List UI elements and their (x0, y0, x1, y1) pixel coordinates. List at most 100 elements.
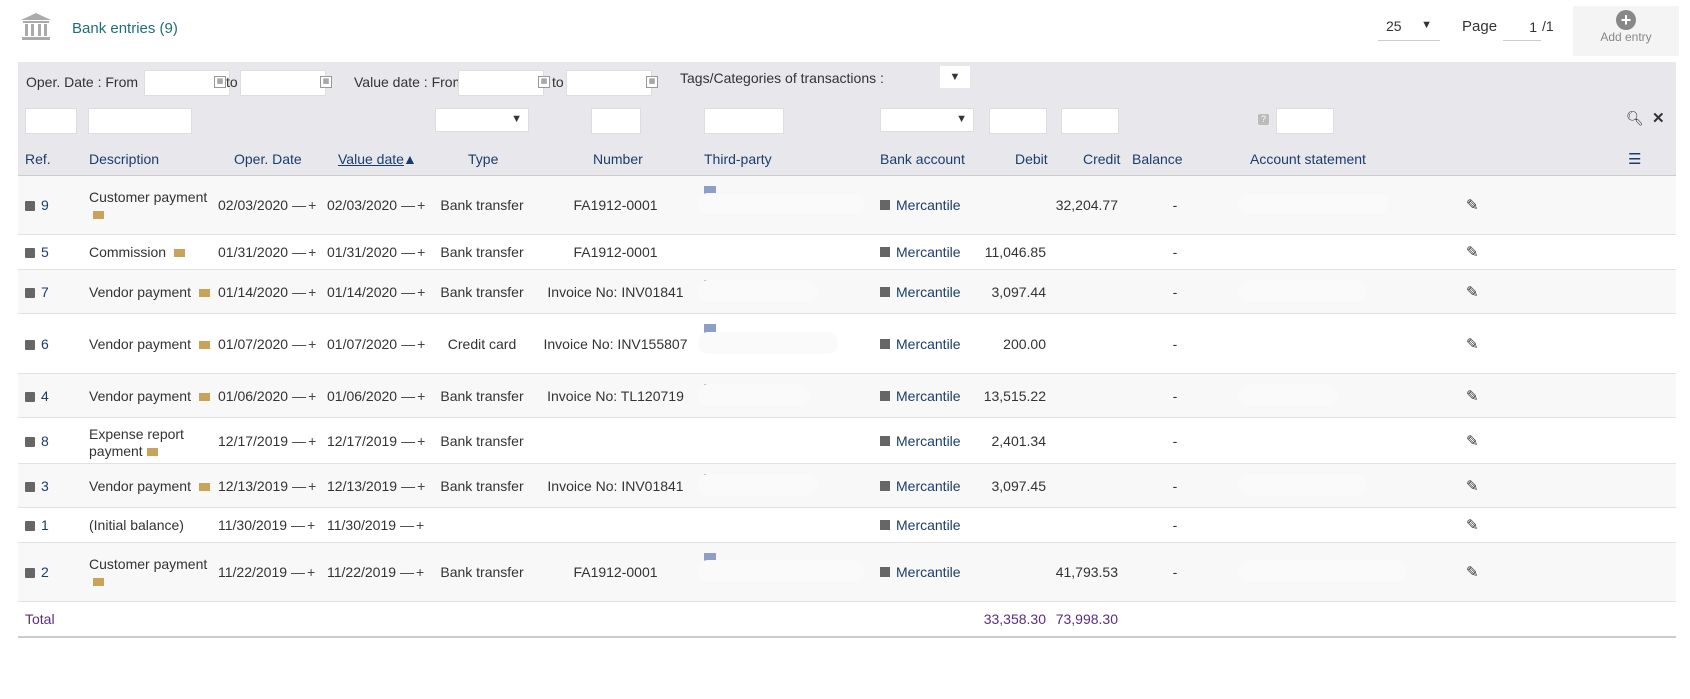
col-description[interactable]: Description (89, 151, 159, 167)
edit-icon[interactable]: ✎ (1466, 196, 1479, 214)
date-adjust-buttons[interactable]: —+ (292, 244, 318, 260)
edit-icon[interactable]: ✎ (1466, 283, 1479, 301)
bank-account-link[interactable]: Mercantile (880, 197, 961, 213)
col-credit[interactable]: Credit (1083, 151, 1120, 167)
list-icon[interactable]: ☰ (1628, 150, 1641, 168)
date-adjust-buttons[interactable]: —+ (401, 388, 427, 404)
oper-date-to-input[interactable] (240, 70, 326, 96)
date-adjust-buttons[interactable]: —+ (291, 517, 317, 533)
entry-ref-link[interactable]: 2 (25, 564, 49, 580)
date-adjust-buttons[interactable]: —+ (400, 564, 426, 580)
col-third-party[interactable]: Third-party (704, 151, 772, 167)
close-icon[interactable]: ✕ (1652, 109, 1665, 127)
calendar-icon[interactable]: ▦ (214, 76, 226, 88)
calendar-icon[interactable]: ▦ (320, 76, 332, 88)
third-party-search-input[interactable] (704, 108, 784, 134)
bank-account-link[interactable]: Mercantile (880, 433, 961, 449)
bank-icon (21, 13, 51, 40)
edit-icon[interactable]: ✎ (1466, 516, 1479, 534)
col-oper-date[interactable]: Oper. Date (234, 151, 302, 167)
tags-select[interactable]: ▼ (940, 66, 970, 88)
search-icon[interactable]: 🔍︎ (1626, 110, 1644, 127)
entry-ref-link[interactable]: 9 (25, 197, 49, 213)
add-entry-button[interactable]: + Add entry (1573, 6, 1679, 56)
linked-payment-icon[interactable] (198, 483, 210, 491)
linked-payment-icon[interactable] (93, 578, 104, 586)
edit-icon[interactable]: ✎ (1466, 335, 1479, 353)
edit-icon[interactable]: ✎ (1466, 563, 1479, 581)
description-search-input[interactable] (88, 108, 192, 134)
date-adjust-buttons[interactable]: —+ (401, 478, 427, 494)
date-adjust-buttons[interactable]: —+ (401, 197, 427, 213)
edit-icon[interactable]: ✎ (1466, 243, 1479, 261)
redacted-third-party (698, 474, 818, 496)
linked-payment-icon[interactable] (93, 211, 104, 219)
bank-account-icon (880, 481, 890, 491)
entry-ref-link[interactable]: 4 (25, 388, 49, 404)
value-date-from-input[interactable] (458, 70, 544, 96)
bank-account-link[interactable]: Mercantile (880, 478, 961, 494)
entry-ref-link[interactable]: 1 (25, 517, 49, 533)
balance-value: - (1172, 517, 1178, 533)
entry-ref-link[interactable]: 6 (25, 336, 49, 352)
page-number-input[interactable]: 1 (1503, 14, 1541, 41)
entry-ref-link[interactable]: 7 (25, 284, 49, 300)
calendar-icon[interactable]: ▦ (646, 76, 658, 88)
date-adjust-buttons[interactable]: —+ (292, 197, 318, 213)
debit-search-input[interactable] (989, 108, 1047, 134)
page-size-select[interactable]: 25 ▼ (1378, 14, 1440, 41)
bank-account-link[interactable]: Mercantile (880, 244, 961, 260)
value-date-to-input[interactable] (566, 70, 652, 96)
col-account-statement[interactable]: Account statement (1250, 151, 1366, 167)
redacted-account-statement (1238, 474, 1366, 496)
bank-account-link[interactable]: Mercantile (880, 336, 961, 352)
account-statement-search-input[interactable] (1276, 108, 1334, 134)
linked-payment-icon[interactable] (198, 393, 210, 401)
entry-ref-link[interactable]: 8 (25, 433, 49, 449)
linked-payment-icon[interactable] (146, 448, 158, 456)
entry-ref-link[interactable]: 5 (25, 244, 49, 260)
bank-account-link[interactable]: Mercantile (880, 564, 961, 580)
type-search-select[interactable]: ▼ (435, 108, 529, 132)
number-search-input[interactable] (591, 108, 641, 134)
value-date: 01/14/2020 (327, 284, 398, 300)
col-debit[interactable]: Debit (1015, 151, 1048, 167)
redacted-account-statement (1238, 193, 1388, 215)
ref-search-input[interactable] (25, 108, 77, 134)
date-adjust-buttons[interactable]: —+ (401, 284, 427, 300)
bank-account-link[interactable]: Mercantile (880, 388, 961, 404)
edit-icon[interactable]: ✎ (1466, 477, 1479, 495)
date-adjust-buttons[interactable]: —+ (292, 478, 318, 494)
value-date-cell: 01/07/2020 —+ (327, 336, 427, 352)
chevron-down-icon: ▼ (1421, 19, 1432, 31)
bank-account-link[interactable]: Mercantile (880, 517, 961, 533)
date-adjust-buttons[interactable]: —+ (401, 433, 427, 449)
date-adjust-buttons[interactable]: —+ (292, 433, 318, 449)
date-adjust-buttons[interactable]: —+ (400, 517, 426, 533)
bank-account-link[interactable]: Mercantile (880, 284, 961, 300)
col-value-date[interactable]: Value date (338, 151, 404, 167)
col-balance[interactable]: Balance (1132, 151, 1183, 167)
linked-payment-icon[interactable] (198, 341, 210, 349)
bank-account-search-select[interactable]: ▼ (880, 108, 974, 132)
value-date-to-label: to (552, 74, 564, 90)
date-adjust-buttons[interactable]: —+ (292, 388, 318, 404)
linked-payment-icon[interactable] (173, 249, 185, 257)
date-adjust-buttons[interactable]: —+ (401, 244, 427, 260)
date-adjust-buttons[interactable]: —+ (291, 564, 317, 580)
date-adjust-buttons[interactable]: —+ (292, 284, 318, 300)
date-adjust-buttons[interactable]: —+ (292, 336, 318, 352)
credit-search-input[interactable] (1061, 108, 1119, 134)
edit-icon[interactable]: ✎ (1466, 432, 1479, 450)
edit-icon[interactable]: ✎ (1466, 387, 1479, 405)
col-ref[interactable]: Ref. (25, 151, 51, 167)
col-bank-account[interactable]: Bank account (880, 151, 965, 167)
linked-payment-icon[interactable] (198, 289, 210, 297)
entry-ref: 6 (41, 336, 49, 352)
value-date-cell: 11/22/2019 —+ (327, 564, 426, 580)
entry-ref-link[interactable]: 3 (25, 478, 49, 494)
col-number[interactable]: Number (593, 151, 643, 167)
calendar-icon[interactable]: ▦ (538, 76, 550, 88)
date-adjust-buttons[interactable]: —+ (401, 336, 427, 352)
col-type[interactable]: Type (468, 151, 498, 167)
